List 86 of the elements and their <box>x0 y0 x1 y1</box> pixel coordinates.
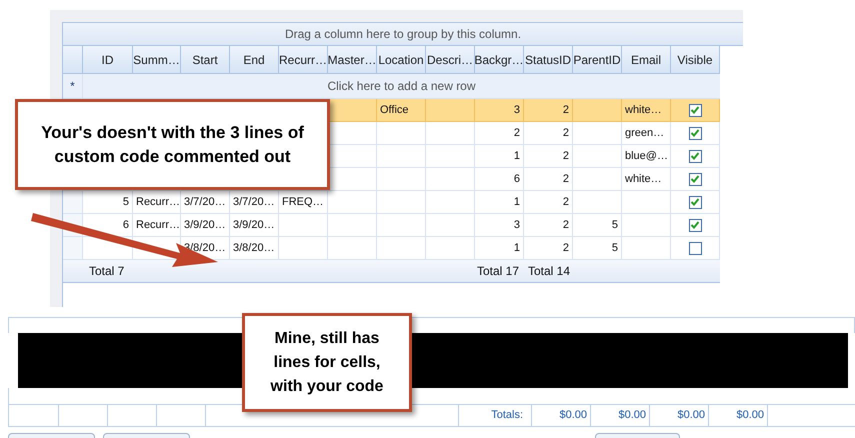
footer-cell: Total 17 <box>475 260 524 283</box>
column-header[interactable]: Summ… <box>133 46 181 74</box>
footer-cell: Totals: <box>459 405 532 426</box>
callout-text: Your's doesn't with the 3 lines of custom code commented out <box>40 122 305 168</box>
footer-cell: $0.00 <box>532 405 591 426</box>
table-cell: 3 <box>475 214 524 237</box>
checkbox[interactable] <box>688 242 702 254</box>
column-header[interactable]: End <box>230 46 279 74</box>
table-cell: 2 <box>524 191 573 214</box>
footer-cell: $0.00 <box>591 405 650 426</box>
callout-text: Mine, still has lines for cells, with your code <box>270 328 384 396</box>
table-cell <box>377 145 426 168</box>
footer-cell: Total 14 <box>524 260 573 283</box>
column-header[interactable]: Email <box>622 46 671 74</box>
column-header[interactable]: Master… <box>328 46 377 74</box>
table-cell <box>426 99 475 122</box>
group-panel: Drag a column here to group by this column. <box>63 23 743 46</box>
table-cell: 1 <box>475 145 524 168</box>
table-cell <box>279 214 328 237</box>
table-cell: 3 <box>475 99 524 122</box>
table-cell <box>426 191 475 214</box>
table-cell <box>377 191 426 214</box>
table-cell <box>377 237 426 260</box>
new-row-prompt[interactable]: Click here to add a new row <box>83 74 720 99</box>
table-cell: 5 <box>573 237 622 260</box>
table-cell: 3/9/20… <box>181 214 230 237</box>
table-cell: 6 <box>475 168 524 191</box>
column-header[interactable]: Backgr… <box>475 46 524 74</box>
table-cell <box>377 122 426 145</box>
table-cell: white… <box>622 168 671 191</box>
column-header[interactable]: Visible <box>671 46 720 74</box>
table-cell <box>426 214 475 237</box>
table-cell: 3/8/20… <box>230 237 279 260</box>
table-cell: 3/9/20… <box>230 214 279 237</box>
checkbox[interactable] <box>688 196 702 208</box>
table-cell: 5 <box>83 191 133 214</box>
column-header[interactable]: Start <box>181 46 230 74</box>
column-header[interactable]: StatusID <box>524 46 573 74</box>
footer-cell: $0.00 <box>650 405 709 426</box>
table-cell <box>573 122 622 145</box>
table-cell: Recurr… <box>133 214 181 237</box>
table-cell: 2 <box>524 168 573 191</box>
table-cell: 3/7/20… <box>181 191 230 214</box>
table-cell: 2 <box>524 237 573 260</box>
table-cell: 1 <box>475 191 524 214</box>
table-cell <box>573 191 622 214</box>
table-cell <box>328 237 377 260</box>
table-cell <box>328 99 377 122</box>
checkbox[interactable] <box>688 126 702 140</box>
checkbox[interactable] <box>688 150 702 162</box>
table-cell: Office <box>377 99 426 122</box>
footer-cell: Total 7 <box>83 260 475 283</box>
column-header[interactable]: Descri… <box>426 46 475 74</box>
table-cell: 3/7/20… <box>230 191 279 214</box>
table-cell <box>573 99 622 122</box>
checkbox[interactable] <box>688 104 702 116</box>
table-cell <box>426 145 475 168</box>
column-header[interactable]: ID <box>83 46 133 74</box>
table-cell <box>377 214 426 237</box>
table-cell: 2 <box>524 99 573 122</box>
table-cell: 2 <box>475 122 524 145</box>
checkbox[interactable] <box>688 218 702 232</box>
table-cell: blue@… <box>622 145 671 168</box>
table-cell <box>573 145 622 168</box>
table-cell: 5 <box>573 214 622 237</box>
table-cell <box>279 237 328 260</box>
table-cell: 2 <box>524 214 573 237</box>
table-cell <box>573 168 622 191</box>
table-cell <box>328 214 377 237</box>
column-header[interactable]: Location <box>377 46 426 74</box>
table-cell <box>426 237 475 260</box>
table-cell: 2 <box>524 145 573 168</box>
table-cell <box>426 168 475 191</box>
table-cell: white… <box>622 99 671 122</box>
table-cell: green… <box>622 122 671 145</box>
table-cell: Recurr… <box>133 191 181 214</box>
new-row-marker: * <box>63 74 83 99</box>
table-cell: FREQ… <box>279 191 328 214</box>
table-cell <box>426 122 475 145</box>
table-cell: 2 <box>524 122 573 145</box>
table-cell: 1 <box>475 237 524 260</box>
column-header[interactable]: Recurr… <box>279 46 328 74</box>
table-cell <box>377 168 426 191</box>
checkbox[interactable] <box>688 172 702 186</box>
footer-cell: $0.00 <box>709 405 768 426</box>
column-header[interactable]: ParentID <box>573 46 622 74</box>
